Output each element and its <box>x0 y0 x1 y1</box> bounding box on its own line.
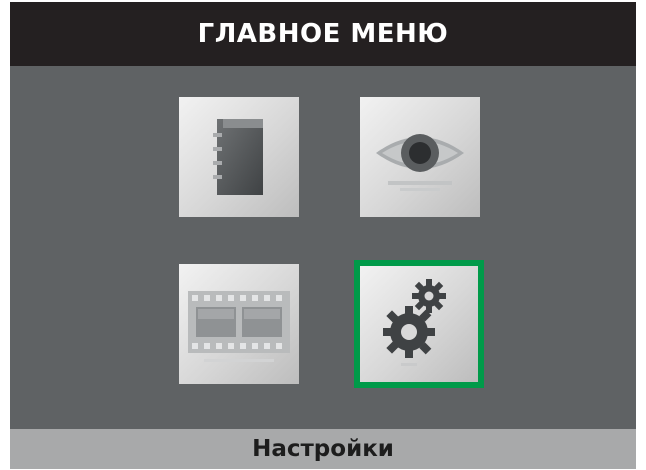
eye-icon <box>370 117 470 197</box>
menu-item-settings[interactable] <box>354 260 484 388</box>
selected-item-label: Настройки <box>10 429 636 469</box>
menu-item-video[interactable] <box>179 264 299 384</box>
main-menu-screen: ГЛАВНОЕ МЕНЮ Настройки <box>10 2 636 469</box>
menu-item-view[interactable] <box>360 97 480 217</box>
page-title: ГЛАВНОЕ МЕНЮ <box>10 2 636 66</box>
menu-item-notebook[interactable] <box>179 97 299 217</box>
notebook-icon <box>209 117 269 197</box>
gears-icon <box>379 276 459 372</box>
film-icon <box>184 279 294 369</box>
